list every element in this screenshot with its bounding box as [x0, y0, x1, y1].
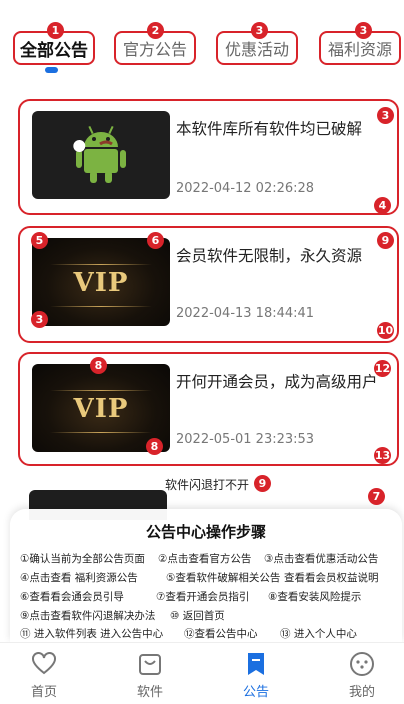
guide-title: 公告中心操作步骤: [145, 523, 266, 541]
annotation-badge: 5: [31, 232, 48, 249]
active-tab-indicator: [45, 67, 58, 73]
tab-label: 优惠活动: [224, 40, 289, 59]
heart-icon: [29, 651, 59, 677]
annotation-badge: 12: [374, 360, 391, 377]
guide-step: ⑥查看看会通会员引导: [20, 591, 124, 603]
bookmark-icon: [241, 651, 271, 677]
annotation-badge: 3: [377, 107, 394, 124]
decorative-line: [50, 390, 152, 391]
vip-logo: VIP: [73, 394, 129, 424]
decorative-line: [50, 432, 152, 433]
nav-label: 软件: [136, 685, 163, 700]
card-thumbnail: [32, 111, 170, 199]
guide-step: ⑧查看安装风险提示: [268, 591, 362, 603]
category-tabs: 全部公告 官方公告 优惠活动 福利资源 1 2 3 3: [0, 0, 404, 80]
nav-label: 首页: [30, 685, 57, 700]
decorative-line: [50, 306, 152, 307]
annotation-badge: 7: [368, 488, 385, 505]
nav-label: 我的: [348, 685, 375, 700]
card-title: 本软件库所有软件均已破解: [176, 120, 363, 138]
guide-step: ⑪ 进入软件列表 进入公告中心: [20, 628, 164, 640]
guide-step: ①确认当前为全部公告页面: [20, 553, 145, 565]
annotation-badge: 13: [374, 447, 391, 464]
card-date: 2022-04-12 02:26:28: [176, 181, 315, 196]
nav-label: 公告: [242, 685, 269, 700]
card-thumbnail: VIP: [32, 238, 170, 326]
annotation-badge: 8: [146, 438, 163, 455]
card-date: 2022-05-01 23:23:53: [176, 432, 315, 447]
annotation-badge: 9: [377, 232, 394, 249]
guide-step: ⑬ 进入个人中心: [280, 628, 357, 640]
tab-label: 全部公告: [20, 40, 88, 61]
guide-step: ⑩ 返回首页: [170, 610, 225, 622]
annotation-badge: 4: [374, 197, 391, 214]
annotation-badge: 3: [355, 22, 372, 39]
card-date: 2022-04-13 18:44:41: [176, 306, 315, 321]
announcement-card[interactable]: 本软件库所有软件均已破解 2022-04-12 02:26:28: [18, 99, 399, 215]
guide-step: ⑫查看公告中心: [184, 628, 258, 640]
tab-label: 福利资源: [327, 40, 392, 59]
guide-step: 查看看会员权益说明: [284, 572, 379, 584]
guide-step: ⑤查看软件破解相关公告: [166, 572, 281, 584]
guide-step: ⑦查看开通会员指引: [156, 591, 250, 603]
annotation-badge: 8: [90, 357, 107, 374]
card-title: 开何开通会员，成为高级用户: [176, 373, 378, 391]
guide-step: ②点击查看官方公告: [158, 553, 252, 565]
bag-icon: [135, 651, 165, 677]
annotation-badge: 2: [147, 22, 164, 39]
guide-step: ④点击查看 福利资源公告: [20, 572, 138, 584]
tab-label: 官方公告: [122, 40, 187, 59]
nav-announcements[interactable]: 公告: [216, 643, 296, 704]
annotation-badge: 6: [147, 232, 164, 249]
nav-home[interactable]: 首页: [4, 643, 84, 704]
announcement-card[interactable]: VIP 会员软件无限制，永久资源 2022-04-13 18:44:41: [18, 226, 399, 343]
bottom-navigation: 首页 软件 公告 我的: [0, 642, 404, 704]
nav-profile[interactable]: 我的: [322, 643, 402, 704]
annotation-badge: 1: [47, 22, 64, 39]
annotation-badge: 3: [251, 22, 268, 39]
operation-guide-panel: 公告中心操作步骤 ①确认当前为全部公告页面 ②点击查看官方公告 ③点击查看优惠活…: [10, 509, 402, 642]
vip-logo: VIP: [73, 268, 129, 298]
annotation-badge: 3: [31, 311, 48, 328]
guide-step: ⑨点击查看软件闪退解决办法: [20, 610, 156, 622]
announcement-card[interactable]: VIP 开何开通会员，成为高级用户 2022-05-01 23:23:53: [18, 352, 399, 466]
nav-software[interactable]: 软件: [110, 643, 190, 704]
decorative-line: [50, 264, 152, 265]
smile-icon: [347, 651, 377, 677]
card-title: 会员软件无限制，永久资源: [176, 247, 363, 265]
guide-step: ③点击查看优惠活动公告: [264, 553, 379, 565]
annotation-badge: 10: [377, 322, 394, 339]
annotation-badge: 9: [254, 475, 271, 492]
android-icon: [73, 125, 126, 183]
